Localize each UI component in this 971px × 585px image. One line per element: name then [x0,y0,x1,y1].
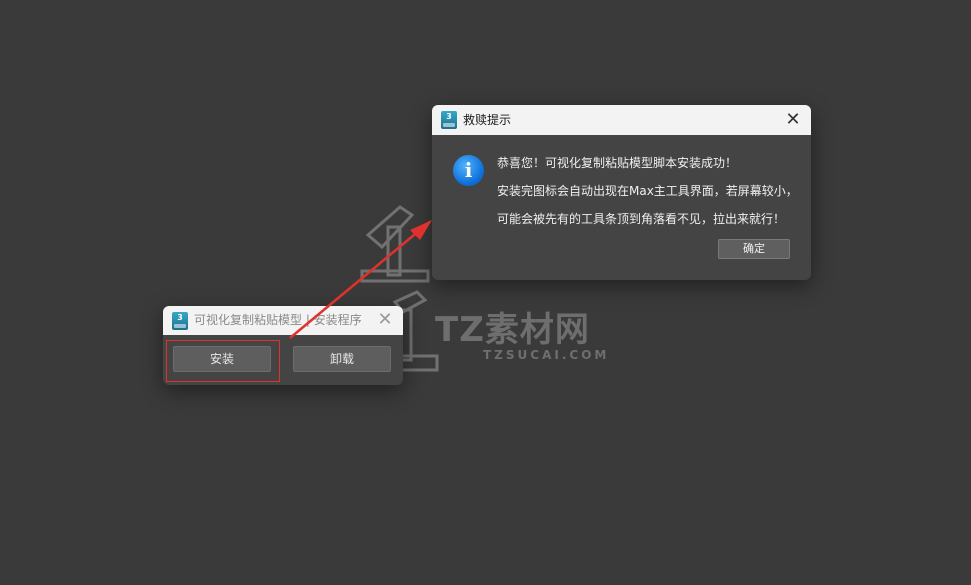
watermark-brand: TZ素材网 [435,310,590,350]
dialog-title: 救赎提示 [463,113,512,127]
watermark-logo-icon [360,205,430,283]
installer-title: 可视化复制粘贴模型 | 安装程序 [194,313,362,327]
dialog-message-line: 恭喜您！可视化复制粘贴模型脚本安装成功！ [497,156,738,170]
install-highlight-frame [166,340,280,382]
info-icon: i [453,155,484,186]
uninstall-button[interactable]: 卸载 [293,346,391,372]
close-icon[interactable]: ✕ [373,308,397,332]
installer-titlebar[interactable]: 3 可视化复制粘贴模型 | 安装程序 ✕ [163,306,403,335]
success-dialog: 3 救赎提示 ✕ i 恭喜您！可视化复制粘贴模型脚本安装成功！ 安装完图标会自动… [432,105,811,280]
3dsmax-app-icon: 3 [441,111,457,129]
watermark-domain: TZSUCAI.COM [483,348,610,362]
annotation-arrow [289,220,432,339]
dialog-titlebar[interactable]: 3 救赎提示 ✕ [432,105,811,135]
ok-button[interactable]: 确定 [718,239,790,259]
close-icon[interactable]: ✕ [781,108,805,132]
arrow-head [410,220,432,240]
3dsmax-app-icon: 3 [172,312,188,330]
dialog-message-line: 安装完图标会自动出现在Max主工具界面，若屏幕较小， [497,184,798,198]
dialog-message-line: 可能会被先有的工具条顶到角落看不见，拉出来就行！ [497,212,786,226]
